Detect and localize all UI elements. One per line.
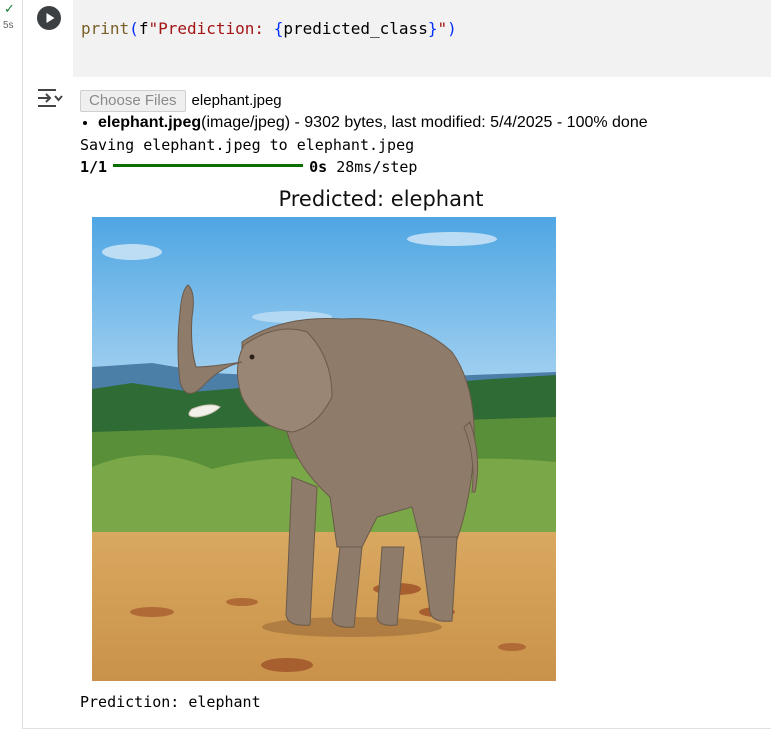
- uploaded-files-list: elephant.jpeg(image/jpeg) - 9302 bytes, …: [80, 114, 648, 132]
- output-toggle-button[interactable]: [35, 86, 63, 112]
- prediction-output: Prediction: elephant: [80, 693, 261, 711]
- code-fstring-prefix: f: [138, 19, 149, 38]
- code-paren-close: ): [447, 19, 457, 38]
- output-toggle-icon: [38, 89, 63, 107]
- code-function: print: [81, 19, 130, 38]
- play-icon: [46, 13, 55, 23]
- code-string-end: ": [437, 19, 448, 38]
- code-paren-open: (: [129, 19, 139, 38]
- progress-time: 0s: [309, 158, 328, 176]
- run-cell-button[interactable]: [37, 6, 61, 30]
- code-brace-open: {: [273, 19, 284, 38]
- progress-bar: [113, 164, 304, 167]
- code-editor[interactable]: print(f"Prediction: {predicted_class}"): [73, 0, 771, 77]
- code-variable: predicted_class: [283, 19, 428, 38]
- progress-row: 1/1 0s 28ms/step: [80, 158, 417, 176]
- code-line: print(f"Prediction: {predicted_class}"): [81, 19, 457, 38]
- code-string: "Prediction:: [148, 19, 274, 38]
- file-upload-row: Choose Files elephant.jpeg: [80, 90, 282, 112]
- execution-time: 5s: [3, 20, 14, 31]
- elephant-illustration: [92, 217, 556, 681]
- uploaded-file-details: - 9302 bytes, last modified: 5/4/2025 - …: [290, 114, 648, 131]
- progress-step: 1/1: [80, 158, 108, 176]
- progress-bar-fill: [113, 164, 304, 167]
- list-item: elephant.jpeg(image/jpeg) - 9302 bytes, …: [98, 114, 648, 132]
- progress-rate: 28ms/step: [336, 158, 418, 176]
- saving-message: Saving elephant.jpeg to elephant.jpeg: [80, 136, 415, 154]
- code-cell: print(f"Prediction: {predicted_class}") …: [22, 0, 771, 729]
- plot-title: Predicted: elephant: [278, 187, 484, 211]
- cell-gutter: ✓ 5s: [0, 0, 22, 733]
- selected-file-name: elephant.jpeg: [191, 92, 282, 109]
- uploaded-file-type: (image/jpeg): [201, 114, 291, 131]
- elephant-image: [92, 217, 556, 681]
- uploaded-file-name: elephant.jpeg: [98, 114, 202, 131]
- choose-files-button[interactable]: Choose Files: [80, 90, 186, 112]
- checkmark-icon: ✓: [4, 2, 15, 17]
